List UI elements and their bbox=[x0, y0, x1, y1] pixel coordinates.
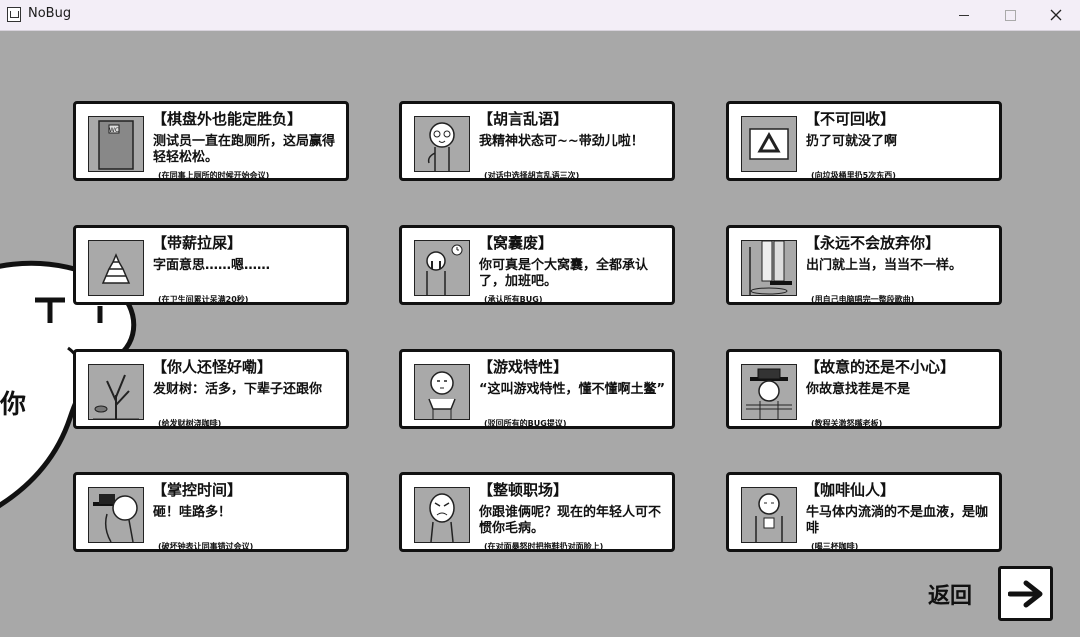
achievement-condition: (在同事上厕所的时候开始会议) bbox=[158, 171, 270, 180]
achievement-card[interactable]: 【整顿职场】你跟谁俩呢？现在的年轻人可不惯你毛病。 (在对面暴怒时把拖鞋扔对面脸上… bbox=[399, 472, 675, 552]
achievement-title: 【永远不会放弃你】 bbox=[805, 234, 941, 252]
achievement-description: 字面意思……嗯…… bbox=[153, 258, 271, 273]
achievement-description: 你故意找茬是不是 bbox=[806, 382, 911, 397]
recycle-icon bbox=[741, 116, 797, 172]
achievement-card[interactable]: 【游戏特性】 “这叫游戏特性，懂不懂啊土鳖” (驳回所有的BUG提议) bbox=[399, 349, 675, 429]
achievement-title: 【不可回收】 bbox=[805, 110, 896, 128]
achievement-condition: (向垃圾桶里扔5次东西) bbox=[811, 171, 896, 180]
game-window: NoBug 你 WC 【棋盘外也能定胜负】测试员一直在跑厕所，这局赢得轻轻松松。 (… bbox=[0, 0, 1080, 637]
achievement-title: 【游戏特性】 bbox=[478, 358, 569, 376]
achievement-description: 牛马体内流淌的不是血液，是咖啡 bbox=[806, 505, 989, 536]
achievement-condition: (用自己电脑唱完一整段歌曲) bbox=[811, 295, 915, 304]
achievement-title: 【窝囊废】 bbox=[478, 234, 554, 252]
ghost-speech: 你 bbox=[0, 390, 27, 420]
achievement-title: 【咖啡仙人】 bbox=[805, 481, 896, 499]
window-title: NoBug bbox=[28, 6, 72, 21]
crying-clock-icon bbox=[414, 240, 470, 296]
achievement-title: 【胡言乱语】 bbox=[478, 110, 569, 128]
shrug-icon bbox=[414, 364, 470, 420]
close-icon bbox=[1050, 9, 1062, 21]
angry-face-icon bbox=[414, 487, 470, 543]
hat-man-icon bbox=[741, 364, 797, 420]
legs-icon bbox=[741, 240, 797, 296]
achievement-condition: (承认所有BUG) bbox=[484, 295, 543, 304]
achievement-description: 你跟谁俩呢？现在的年轻人可不惯你毛病。 bbox=[479, 505, 662, 536]
svg-text:WC: WC bbox=[109, 127, 119, 134]
maximize-button[interactable] bbox=[987, 0, 1033, 30]
coffee-man-icon bbox=[741, 487, 797, 543]
poop-icon bbox=[88, 240, 144, 296]
achievement-card[interactable]: 【永远不会放弃你】出门就上当，当当不一样。 (用自己电脑唱完一整段歌曲) bbox=[726, 225, 1002, 305]
achievement-condition: (给发财树浇咖啡) bbox=[158, 419, 222, 428]
achievement-card[interactable]: 【胡言乱语】我精神状态可~~带劲儿啦！ (对话中选择胡言乱语三次) bbox=[399, 101, 675, 181]
achievement-description: 发财树：活多，下辈子还跟你 bbox=[153, 382, 323, 397]
achievement-condition: (教程关激怒嘴老板) bbox=[811, 419, 883, 428]
back-label[interactable]: 返回 bbox=[928, 578, 972, 610]
achievement-condition: (驳回所有的BUG提议) bbox=[484, 419, 567, 428]
achievement-description: “这叫游戏特性，懂不懂啊土鳖” bbox=[479, 382, 666, 397]
achievement-condition: (破坏钟表让同事错过会议) bbox=[158, 542, 254, 551]
achievement-card[interactable]: WC 【棋盘外也能定胜负】测试员一直在跑厕所，这局赢得轻轻松松。 (在同事上厕所的时… bbox=[73, 101, 349, 181]
achievement-condition: (在卫生间累计呆满20秒) bbox=[158, 295, 249, 304]
achievement-condition: (对话中选择胡言乱语三次) bbox=[484, 171, 580, 180]
achievement-title: 【带薪拉屎】 bbox=[152, 234, 243, 252]
arrow-right-icon bbox=[1007, 580, 1042, 607]
achievement-title: 【棋盘外也能定胜负】 bbox=[152, 110, 303, 128]
achievement-card[interactable]: 【故意的还是不小心】 你故意找茬是不是 (教程关激怒嘴老板) bbox=[726, 349, 1002, 429]
title-bar: NoBug bbox=[0, 0, 1080, 31]
achievement-title: 【故意的还是不小心】 bbox=[805, 358, 956, 376]
achievement-card[interactable]: 【窝囊废】你可真是个大窝囊，全都承认了，加班吧。 (承认所有BUG) bbox=[399, 225, 675, 305]
achievement-title: 【你人还怪好嘞】 bbox=[152, 358, 273, 376]
achievement-title: 【整顿职场】 bbox=[478, 481, 569, 499]
achievement-card[interactable]: 【带薪拉屎】字面意思……嗯…… (在卫生间累计呆满20秒) bbox=[73, 225, 349, 305]
achievement-title: 【掌控时间】 bbox=[152, 481, 243, 499]
minimize-icon bbox=[959, 14, 969, 16]
crazy-face-icon bbox=[414, 116, 470, 172]
achievement-description: 砸！哇路多！ bbox=[153, 505, 232, 520]
achievement-description: 扔了可就没了啊 bbox=[806, 134, 898, 149]
time-stop-icon bbox=[88, 487, 144, 543]
maximize-icon bbox=[1004, 9, 1016, 21]
achievement-card[interactable]: 【不可回收】 扔了可就没了啊 (向垃圾桶里扔5次东西) bbox=[726, 101, 1002, 181]
door-icon: WC bbox=[88, 116, 144, 172]
achievement-description: 测试员一直在跑厕所，这局赢得轻轻松松。 bbox=[153, 134, 336, 165]
achievement-description: 出门就上当，当当不一样。 bbox=[806, 258, 963, 273]
plant-icon bbox=[88, 364, 144, 420]
achievement-card[interactable]: 【咖啡仙人】牛马体内流淌的不是血液，是咖啡 (喝三杯咖啡) bbox=[726, 472, 1002, 552]
achievement-card[interactable]: 【你人还怪好嘞】发财树：活多，下辈子还跟你 (给发财树浇咖啡) bbox=[73, 349, 349, 429]
achievement-condition: (在对面暴怒时把拖鞋扔对面脸上) bbox=[484, 542, 604, 551]
back-button[interactable] bbox=[998, 566, 1053, 621]
achievement-card[interactable]: 【掌控时间】 砸！哇路多！ (破坏钟表让同事错过会议) bbox=[73, 472, 349, 552]
minimize-button[interactable] bbox=[941, 0, 987, 30]
achievement-condition: (喝三杯咖啡) bbox=[811, 542, 859, 551]
close-button[interactable] bbox=[1033, 0, 1079, 30]
achievement-description: 你可真是个大窝囊，全都承认了，加班吧。 bbox=[479, 258, 649, 289]
app-icon bbox=[7, 7, 21, 22]
achievement-description: 我精神状态可~~带劲儿啦！ bbox=[479, 134, 644, 149]
